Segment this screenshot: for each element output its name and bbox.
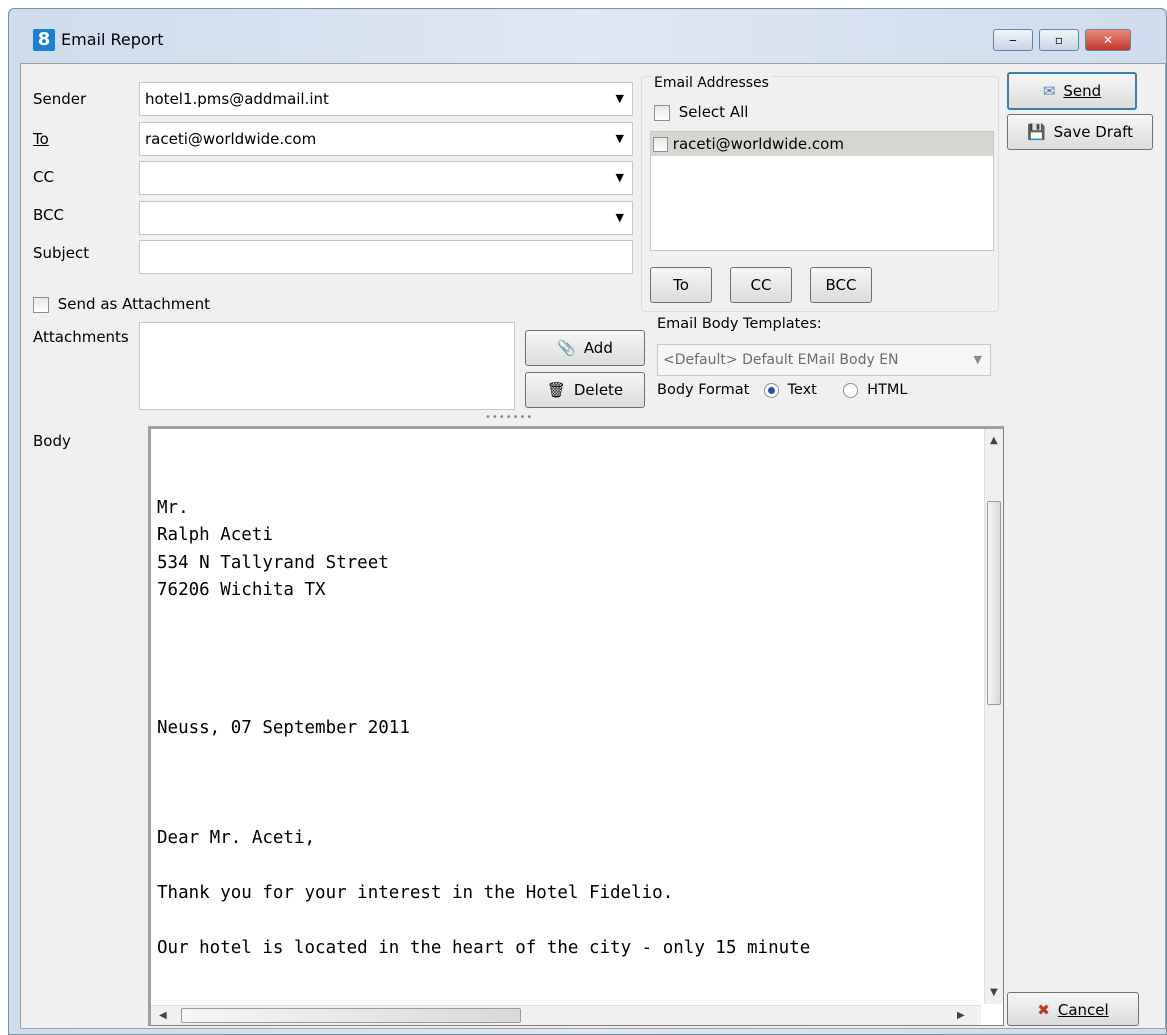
minimize-button[interactable]: ‒ [993,29,1033,51]
to-label-text: To [33,130,49,148]
email-report-window: 8 Email Report ‒ ▫ ✕ Sender hotel1.pms@a… [8,8,1167,1035]
vertical-scrollbar[interactable]: ▲ ▼ [984,429,1003,1004]
scroll-left-arrow-icon[interactable]: ◀ [159,1010,167,1021]
app-icon: 8 [33,29,55,51]
body-format-label: Body Format [657,382,750,398]
chevron-down-icon[interactable]: ▼ [616,202,624,234]
chevron-down-icon[interactable]: ▼ [974,345,982,375]
sender-label: Sender [33,90,87,108]
email-addresses-group: Email Addresses Select All raceti@worldw… [641,75,999,312]
email-item-checkbox[interactable] [653,137,668,152]
send-as-attachment-checkbox[interactable] [33,296,49,313]
window-title: Email Report [61,30,164,49]
to-value: raceti@worldwide.com [145,130,317,148]
paperclip-icon: 📎 [557,339,576,357]
subject-input[interactable] [139,240,633,274]
body-label: Body [33,432,71,450]
maximize-button[interactable]: ▫ [1039,29,1079,51]
delete-attachment-button[interactable]: 🗑 Delete [525,372,645,408]
send-icon: ✉ [1042,82,1056,100]
add-attachment-button[interactable]: 📎 Add [525,330,645,366]
scroll-up-arrow-icon[interactable]: ▲ [990,435,998,446]
save-draft-button[interactable]: 💾 Save Draft [1007,114,1153,150]
splitter-grip[interactable]: ••••••• [485,412,533,423]
trash-icon: 🗑 [546,381,566,399]
send-as-attachment-label: Send as Attachment [57,295,211,313]
bcc-label: BCC [33,206,64,224]
title-bar: 8 Email Report ‒ ▫ ✕ [9,9,1166,63]
vertical-scroll-thumb[interactable] [987,501,1001,705]
body-editor[interactable]: Mr. Ralph Aceti 534 N Tallyrand Street 7… [148,426,1004,1026]
email-body-template-select[interactable]: <Default> Default EMail Body EN ▼ [657,344,991,376]
horizontal-scroll-thumb[interactable] [181,1008,521,1023]
add-cc-button[interactable]: CC [730,267,792,303]
select-all-row[interactable]: Select All [654,103,748,121]
attachments-list[interactable] [139,322,515,410]
cc-label: CC [33,168,54,186]
dialog-client-area: Sender hotel1.pms@addmail.int ▼ To racet… [20,63,1166,1029]
html-format-label: HTML [867,382,908,398]
save-draft-button-label: Save Draft [1053,123,1134,141]
select-all-label: Select All [678,103,749,121]
bcc-combobox[interactable]: ▼ [139,201,633,235]
close-button[interactable]: ✕ [1085,29,1131,51]
delete-button-label: Delete [573,381,624,399]
horizontal-scrollbar[interactable]: ◀ ▶ [151,1005,981,1025]
cc-combobox[interactable]: ▼ [139,161,633,195]
cancel-button[interactable]: ✖ Cancel [1007,992,1139,1026]
floppy-disk-icon: 💾 [1026,123,1046,141]
chevron-down-icon[interactable]: ▼ [616,123,624,155]
cancel-icon: ✖ [1037,1001,1050,1019]
send-as-attachment-row[interactable]: Send as Attachment [33,295,210,313]
to-combobox[interactable]: raceti@worldwide.com ▼ [139,122,633,156]
send-button[interactable]: ✉ Send [1007,72,1137,110]
add-bcc-button[interactable]: BCC [810,267,872,303]
body-text[interactable]: Mr. Ralph Aceti 534 N Tallyrand Street 7… [157,467,977,987]
body-format-row: Body Format Text HTML [657,382,907,398]
scroll-right-arrow-icon[interactable]: ▶ [957,1010,965,1021]
list-item[interactable]: raceti@worldwide.com [651,132,993,156]
subject-label: Subject [33,244,90,262]
email-addresses-list[interactable]: raceti@worldwide.com [650,131,994,251]
html-format-radio[interactable] [843,382,859,398]
sender-combobox[interactable]: hotel1.pms@addmail.int ▼ [139,82,633,116]
scroll-down-arrow-icon[interactable]: ▼ [990,987,998,998]
add-button-label: Add [583,339,613,357]
sender-value: hotel1.pms@addmail.int [145,90,329,108]
email-addresses-title: Email Addresses [652,75,771,91]
select-all-checkbox[interactable] [654,104,670,121]
send-button-label: Send [1063,82,1102,100]
email-body-template-value: <Default> Default EMail Body EN [663,352,899,368]
email-body-templates-label: Email Body Templates: [657,316,822,332]
email-item-label: raceti@worldwide.com [672,135,844,153]
attachments-label: Attachments [33,328,129,346]
chevron-down-icon[interactable]: ▼ [616,83,624,115]
text-format-label: Text [787,382,817,398]
cancel-button-label: Cancel [1057,1001,1109,1019]
to-label: To [33,130,49,148]
add-to-button[interactable]: To [650,267,712,303]
text-format-radio[interactable] [763,382,779,398]
chevron-down-icon[interactable]: ▼ [616,162,624,194]
